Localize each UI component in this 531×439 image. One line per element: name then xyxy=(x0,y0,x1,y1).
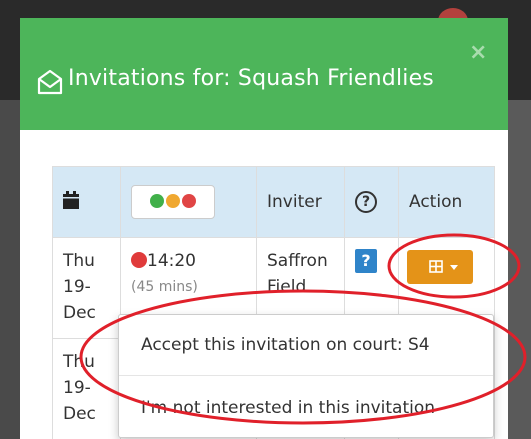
menu-divider xyxy=(119,375,493,376)
duration: (45 mins) xyxy=(131,279,198,295)
status-red-dot xyxy=(182,194,196,208)
modal-title: Invitations for: Squash Friendlies xyxy=(68,66,434,91)
action-dropdown-button[interactable] xyxy=(407,250,473,284)
date-month: Dec xyxy=(63,303,96,323)
grid-icon xyxy=(429,260,443,273)
status-amber-dot xyxy=(166,194,180,208)
decline-invitation-menu-item[interactable]: I'm not interested in this invitation xyxy=(141,398,435,418)
inviter-column-header: Inviter xyxy=(256,166,345,238)
invitations-modal: Invitations for: Squash Friendlies × Inv… xyxy=(20,18,508,439)
background-right-panel xyxy=(508,100,531,439)
date-day: Thu xyxy=(63,251,95,271)
calendar-icon xyxy=(63,190,79,209)
status-green-dot xyxy=(150,194,164,208)
date-cell: Thu 19- Dec xyxy=(52,338,121,439)
date-date: 19- xyxy=(63,378,91,398)
help-button[interactable]: ? xyxy=(355,249,377,273)
accept-invitation-menu-item[interactable]: Accept this invitation on court: S4 xyxy=(141,335,430,355)
envelope-open-icon xyxy=(37,69,63,95)
modal-header: Invitations for: Squash Friendlies × xyxy=(20,18,508,130)
status-column-header xyxy=(120,166,257,238)
inviter-first-name: Saffron xyxy=(267,251,328,271)
inviter-last-name: Field xyxy=(267,277,307,297)
caret-down-icon xyxy=(450,265,458,270)
date-date: 19- xyxy=(63,277,91,297)
date-month: Dec xyxy=(63,404,96,424)
help-column-header: ? xyxy=(344,166,399,238)
status-filter-button[interactable] xyxy=(131,185,215,219)
close-button[interactable]: × xyxy=(469,42,487,64)
date-cell: Thu 19- Dec xyxy=(52,237,121,339)
table-header-row: Inviter ? Action xyxy=(52,166,495,238)
action-dropdown-menu: Accept this invitation on court: S4 I'm … xyxy=(118,314,494,438)
start-time: 14:20 xyxy=(147,251,196,271)
status-red-dot xyxy=(131,252,147,268)
question-circle-icon[interactable]: ? xyxy=(355,191,377,213)
date-day: Thu xyxy=(63,352,95,372)
action-column-header: Action xyxy=(398,166,495,238)
date-column-header xyxy=(52,166,121,238)
background-left-panel xyxy=(0,100,20,439)
